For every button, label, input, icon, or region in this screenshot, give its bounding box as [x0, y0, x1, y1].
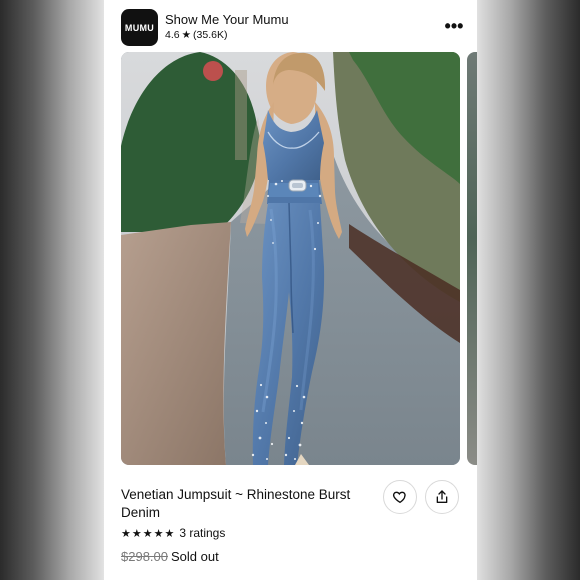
- price-line: $298.00 Sold out: [121, 549, 219, 564]
- original-price: $298.00: [121, 549, 168, 564]
- product-title[interactable]: Venetian Jumpsuit ~ Rhinestone Burst Den…: [121, 486, 376, 522]
- product-actions: [383, 480, 459, 516]
- rating-stars: ★★★★★: [121, 528, 176, 540]
- store-header: MUMU Show Me Your Mumu 4.6 ★ (35.6K) •••: [121, 9, 466, 47]
- product-image-illustration: [121, 52, 460, 465]
- heart-icon: [392, 491, 406, 504]
- product-ratings[interactable]: ★★★★★ 3 ratings: [121, 526, 225, 540]
- sold-out-status: Sold out: [171, 549, 219, 564]
- more-icon[interactable]: •••: [442, 17, 466, 35]
- star-icon: ★: [181, 29, 192, 41]
- store-rating: 4.6 ★ (35.6K): [165, 29, 227, 41]
- share-icon: [436, 490, 448, 503]
- favorite-button[interactable]: [383, 480, 417, 514]
- share-button[interactable]: [425, 480, 459, 514]
- product-photo[interactable]: [121, 52, 460, 465]
- next-product-photo[interactable]: [467, 52, 477, 465]
- store-rating-value: 4.6: [165, 29, 180, 41]
- store-name[interactable]: Show Me Your Mumu: [165, 12, 289, 27]
- store-review-count: (35.6K): [193, 29, 228, 41]
- ratings-count: 3 ratings: [179, 526, 226, 540]
- product-card: MUMU Show Me Your Mumu 4.6★(35.6K) •••: [104, 0, 477, 580]
- store-logo[interactable]: MUMU: [121, 9, 158, 46]
